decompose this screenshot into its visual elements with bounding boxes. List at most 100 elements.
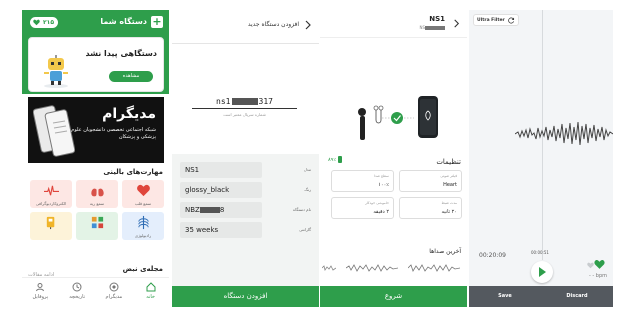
info-key: مدل — [303, 167, 311, 172]
credit-value: ۲۱۵ — [43, 19, 54, 26]
setting-key: مدت ضبط — [441, 201, 457, 205]
discard-button[interactable]: Discard — [541, 286, 613, 307]
skills-title: مهارت‌های بالینی — [103, 168, 163, 176]
serial-number-field[interactable]: ns1 317 — [192, 96, 297, 109]
ecg-icon — [44, 185, 59, 196]
waveform-icon — [515, 121, 613, 146]
elapsed-time: 00:20:09 — [479, 252, 506, 259]
battery-indicator: ۸۹٪ — [328, 156, 343, 165]
info-row-model: NS1 مدل — [180, 162, 311, 178]
skill-tile-grid[interactable] — [76, 212, 118, 240]
serial-mask — [231, 98, 258, 105]
skill-tile-lungs[interactable]: سمع ریه — [76, 180, 118, 208]
recording-screen: Ultra Filter 00:00:51 00:20:09 - - bpm S… — [469, 10, 613, 307]
medigram-icon — [109, 282, 119, 292]
medigram-banner[interactable]: مدیگرام شبکه اجتماعی تخصصی دانشجویان علو… — [28, 97, 164, 163]
home-icon — [146, 282, 156, 292]
lungs-icon — [91, 184, 104, 197]
recent-sounds-title: آخرین صداها — [429, 248, 461, 255]
nav-label: پروفایل — [32, 294, 49, 300]
info-key: رنگ — [304, 187, 311, 192]
tools-icon — [46, 216, 55, 230]
setting-card-duration[interactable]: مدت ضبط ۲۰ ثانیه — [399, 197, 462, 219]
recording-actions: Save Discard — [469, 286, 613, 307]
device-topbar: NS1 NS — [320, 10, 467, 38]
home-header: + دستگاه شما ۲۱۵ دستگاهی پیدا نشد مشاهده — [22, 10, 169, 94]
playhead-time: 00:00:51 — [531, 250, 549, 255]
skill-tile-heart[interactable]: سمع قلب — [122, 180, 164, 208]
serial-prefix: ns1 — [216, 97, 231, 106]
device-title: NS1 — [429, 15, 445, 23]
add-device-title: افزودن دستگاه جدید — [247, 21, 299, 28]
info-value-suffix: 8 — [219, 206, 225, 214]
history-icon — [72, 282, 82, 292]
heart-icon — [594, 260, 605, 269]
plus-icon[interactable]: + — [151, 16, 163, 28]
nav-profile[interactable]: پروفایل — [23, 278, 57, 307]
serial-hint: شماره سریال معتبر است — [223, 112, 266, 117]
setting-card-filter[interactable]: فیلتر صوتی Heart — [399, 170, 462, 192]
battery-icon — [338, 156, 343, 163]
nav-label: خانه — [146, 294, 155, 300]
add-device-screen: افزودن دستگاه جدید ns1 317 شماره سریال مع… — [172, 10, 319, 307]
sound-wave-icon[interactable] — [322, 262, 336, 274]
info-key: نام دستگاه — [293, 207, 311, 212]
skill-label: سمع ریه — [89, 201, 105, 206]
add-device-button[interactable]: افزودن دستگاه — [172, 286, 319, 307]
setting-card-autooff[interactable]: خاموشی خودکار ۲ دقیقه — [331, 197, 394, 219]
info-row-color: glossy_black رنگ — [180, 182, 311, 198]
skill-tile-tools[interactable] — [30, 212, 72, 240]
credit-badge[interactable]: ۲۱۵ — [30, 17, 58, 28]
save-button[interactable]: Save — [469, 286, 541, 307]
play-button[interactable] — [531, 261, 553, 283]
banner-subtitle: شبکه اجتماعی تخصصی دانشجویان علوم پزشکی … — [71, 127, 156, 140]
play-icon — [539, 267, 546, 277]
info-row-device-name: NBZ 8 نام دستگاه — [180, 202, 311, 218]
setting-card-volume[interactable]: سطح صدا ۱۰۰٪ — [331, 170, 394, 192]
header-title: دستگاه شما — [100, 17, 147, 26]
ultra-filter-toggle[interactable]: Ultra Filter — [473, 14, 519, 26]
start-button[interactable]: شروع — [320, 286, 467, 307]
info-mask — [199, 207, 220, 213]
battery-value: ۸۹٪ — [328, 157, 337, 163]
nav-history[interactable]: تاریخچه — [60, 278, 94, 307]
app-screens-collage: + دستگاه شما ۲۱۵ دستگاهی پیدا نشد مشاهده… — [0, 0, 640, 320]
banner-title: مدیگرام — [102, 106, 156, 122]
nav-home[interactable]: خانه — [134, 278, 168, 307]
nav-label: تاریخچه — [69, 294, 86, 300]
info-value-container: NBZ 8 — [180, 202, 262, 218]
setting-key: خاموشی خودکار — [365, 201, 389, 205]
back-arrow-icon[interactable] — [303, 20, 313, 30]
filter-label: Ultra Filter — [477, 18, 505, 23]
device-screen: NS1 NS ۸۹٪ تنظیمات فیلتر صوتی Heart سطح … — [320, 10, 467, 307]
info-value: glossy_black — [180, 182, 262, 198]
skill-tile-ecg[interactable]: الکتروکاردیوگرافی — [30, 180, 72, 208]
sound-wave-icon[interactable] — [346, 262, 398, 274]
sound-wave-icon[interactable] — [408, 262, 460, 274]
home-screen: + دستگاه شما ۲۱۵ دستگاهی پیدا نشد مشاهده… — [22, 10, 169, 307]
no-device-text: دستگاهی پیدا نشد — [85, 49, 157, 58]
skills-grid: سمع قلب سمع ریه الکتروکاردیوگرافی رادیول… — [28, 180, 164, 240]
setting-key: فیلتر صوتی — [440, 174, 457, 178]
bottom-navigation: خانه مدیگرام تاریخچه پروفایل — [22, 277, 169, 307]
back-arrow-icon[interactable] — [452, 19, 461, 28]
info-row-warranty: 35 weeks گارانتی — [180, 222, 311, 238]
add-device-topbar: افزودن دستگاه جدید — [172, 10, 319, 44]
view-button[interactable]: مشاهده — [109, 71, 153, 82]
magazine-title: مجله‌ی نبض — [122, 265, 163, 273]
device-subtitle-mask — [425, 26, 445, 30]
skill-label: سمع قلب — [134, 201, 152, 206]
ribcage-icon — [138, 215, 149, 230]
serial-suffix: 317 — [258, 97, 273, 106]
recent-sounds-list — [320, 260, 467, 280]
skill-tile-radiology[interactable]: رادیولوژی — [122, 212, 164, 240]
stethoscope-phone-illustration-icon — [358, 96, 438, 140]
device-subtitle: NS — [419, 25, 445, 31]
heart-icon — [137, 184, 150, 197]
info-value: NBZ — [185, 206, 200, 214]
grid-icon — [91, 216, 104, 229]
setting-value: ۲ دقیقه — [373, 209, 389, 215]
setting-value: ۲۰ ثانیه — [441, 209, 457, 215]
nav-medigram[interactable]: مدیگرام — [97, 278, 131, 307]
serial-section: ns1 317 شماره سریال معتبر است — [172, 44, 319, 154]
